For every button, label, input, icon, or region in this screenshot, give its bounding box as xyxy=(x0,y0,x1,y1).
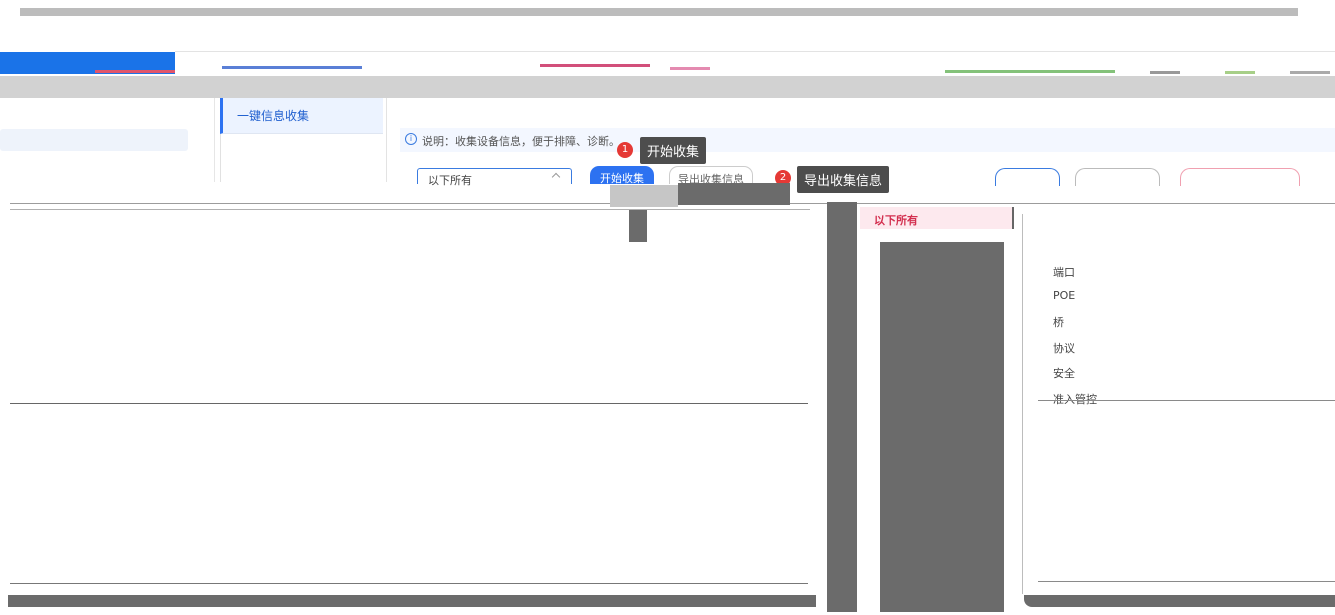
header-glitch xyxy=(1225,71,1255,74)
dropdown-option-selected[interactable]: 以下所有 xyxy=(860,207,1014,229)
scope-select[interactable]: 以下所有 xyxy=(417,168,572,187)
header-glitch xyxy=(95,70,175,73)
separator xyxy=(1038,581,1335,582)
glitch-block xyxy=(880,242,1004,612)
list-item[interactable]: 协议 xyxy=(1053,340,1075,356)
info-circle-icon: i xyxy=(405,133,417,145)
glitch-block xyxy=(678,183,790,205)
info-text: 说明：收集设备信息，便于排障、诊断。 xyxy=(400,128,1335,152)
list-item[interactable]: POE xyxy=(1053,289,1075,302)
export-collect-button[interactable]: 导出收集信息 xyxy=(669,166,753,186)
menu-item-info-collect[interactable]: 一键信息收集 xyxy=(220,98,383,134)
start-collect-button[interactable]: 开始收集 xyxy=(590,166,654,185)
step2-tooltip: 导出收集信息 xyxy=(797,166,890,193)
glitch-block xyxy=(629,210,647,242)
header-glitch xyxy=(670,67,710,70)
glitch-block xyxy=(827,202,857,612)
pill-button[interactable] xyxy=(995,168,1060,186)
header-divider xyxy=(175,51,1335,52)
pill-button[interactable] xyxy=(1180,168,1300,186)
bottom-bar xyxy=(8,595,816,607)
list-item[interactable]: 端口 xyxy=(1053,264,1075,280)
header-band xyxy=(0,76,1335,98)
separator xyxy=(10,209,810,210)
pill-button[interactable] xyxy=(1075,168,1160,186)
header-glitch xyxy=(540,64,650,67)
step1-badge: 1 xyxy=(617,142,633,158)
top-bar xyxy=(20,8,1298,16)
bottom-bar xyxy=(1024,595,1335,607)
list-item[interactable]: 安全 xyxy=(1053,365,1075,381)
separator xyxy=(10,583,808,584)
header-glitch xyxy=(945,70,1115,73)
step1-tooltip: 开始收集 xyxy=(640,137,707,164)
list-item[interactable]: 桥 xyxy=(1053,314,1064,330)
left-nav-selected-row[interactable] xyxy=(0,129,188,151)
header-glitch xyxy=(222,66,362,69)
glitch-block xyxy=(610,185,678,207)
separator xyxy=(1038,400,1335,401)
header-glitch xyxy=(1150,71,1180,74)
separator xyxy=(10,403,808,404)
header-glitch xyxy=(1290,71,1330,74)
list-item[interactable]: 准入管控 xyxy=(1053,391,1097,407)
